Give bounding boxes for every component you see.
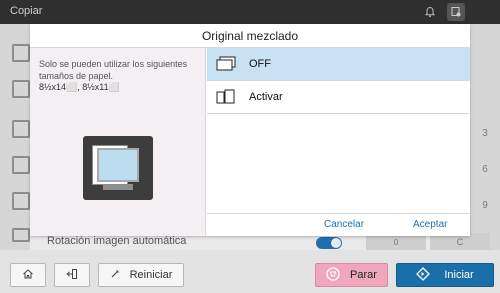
option-activate[interactable]: Activar bbox=[207, 81, 470, 114]
option-list: OFF Activar bbox=[207, 48, 470, 114]
keypad-key: 6 bbox=[482, 164, 488, 175]
stacked-pages-icon bbox=[215, 56, 237, 72]
reset-button[interactable]: Reiniciar bbox=[98, 263, 184, 287]
cancel-button[interactable]: Cancelar bbox=[324, 219, 364, 230]
stop-button[interactable]: Parar bbox=[315, 263, 388, 287]
start-icon bbox=[416, 266, 431, 284]
reset-label: Reiniciar bbox=[129, 269, 173, 281]
mixed-size-pages-icon bbox=[215, 89, 237, 105]
logout-button[interactable] bbox=[54, 263, 90, 287]
stop-icon bbox=[326, 266, 340, 284]
mixed-original-illustration bbox=[83, 136, 153, 200]
bottom-bar: Reiniciar Parar Iniciar bbox=[0, 250, 500, 293]
start-button[interactable]: Iniciar bbox=[396, 263, 494, 287]
home-button[interactable] bbox=[10, 263, 46, 287]
background-left-toolbar bbox=[0, 24, 30, 250]
keypad-key: 3 bbox=[482, 128, 488, 139]
home-icon bbox=[22, 268, 34, 283]
paper-sizes-text: 8½x14⬜, 8½x11⬜ bbox=[39, 82, 120, 92]
background-orientation-icon bbox=[12, 192, 30, 210]
app-title: Copiar bbox=[10, 5, 43, 17]
info-panel: Solo se pueden utilizar los siguientes t… bbox=[30, 48, 206, 236]
option-off-label: OFF bbox=[249, 58, 271, 70]
background-menu-icon bbox=[12, 44, 30, 62]
notification-bell-icon[interactable] bbox=[421, 3, 439, 21]
top-bar: Copiar bbox=[0, 0, 500, 24]
dialog-title: Original mezclado bbox=[30, 24, 470, 48]
keypad-key: 9 bbox=[482, 200, 488, 211]
dialog-footer: Cancelar Aceptar bbox=[207, 213, 470, 236]
logout-icon bbox=[66, 268, 78, 283]
mixed-original-dialog: Original mezclado Solo se pueden utiliza… bbox=[30, 24, 470, 236]
stop-label: Parar bbox=[350, 269, 377, 281]
background-document-icon bbox=[12, 156, 30, 174]
paper-size-message: Solo se pueden utilizar los siguientes t… bbox=[39, 59, 188, 81]
background-right-keypad: 3 6 9 C bbox=[470, 24, 500, 250]
option-off[interactable]: OFF bbox=[207, 48, 470, 81]
auto-rotation-toggle bbox=[316, 237, 342, 249]
background-rotate-icon bbox=[12, 228, 30, 242]
background-rotation-row: Rotación imagen automática 0 C bbox=[30, 233, 490, 250]
start-label: Iniciar bbox=[444, 269, 474, 281]
background-copy-icon bbox=[12, 80, 30, 98]
accept-button[interactable]: Aceptar bbox=[413, 219, 447, 230]
user-status-icon[interactable] bbox=[447, 3, 465, 21]
option-activate-label: Activar bbox=[249, 91, 283, 103]
reset-icon bbox=[110, 269, 120, 282]
auto-rotation-label: Rotación imagen automática bbox=[47, 235, 187, 247]
background-pages-icon bbox=[12, 120, 30, 138]
